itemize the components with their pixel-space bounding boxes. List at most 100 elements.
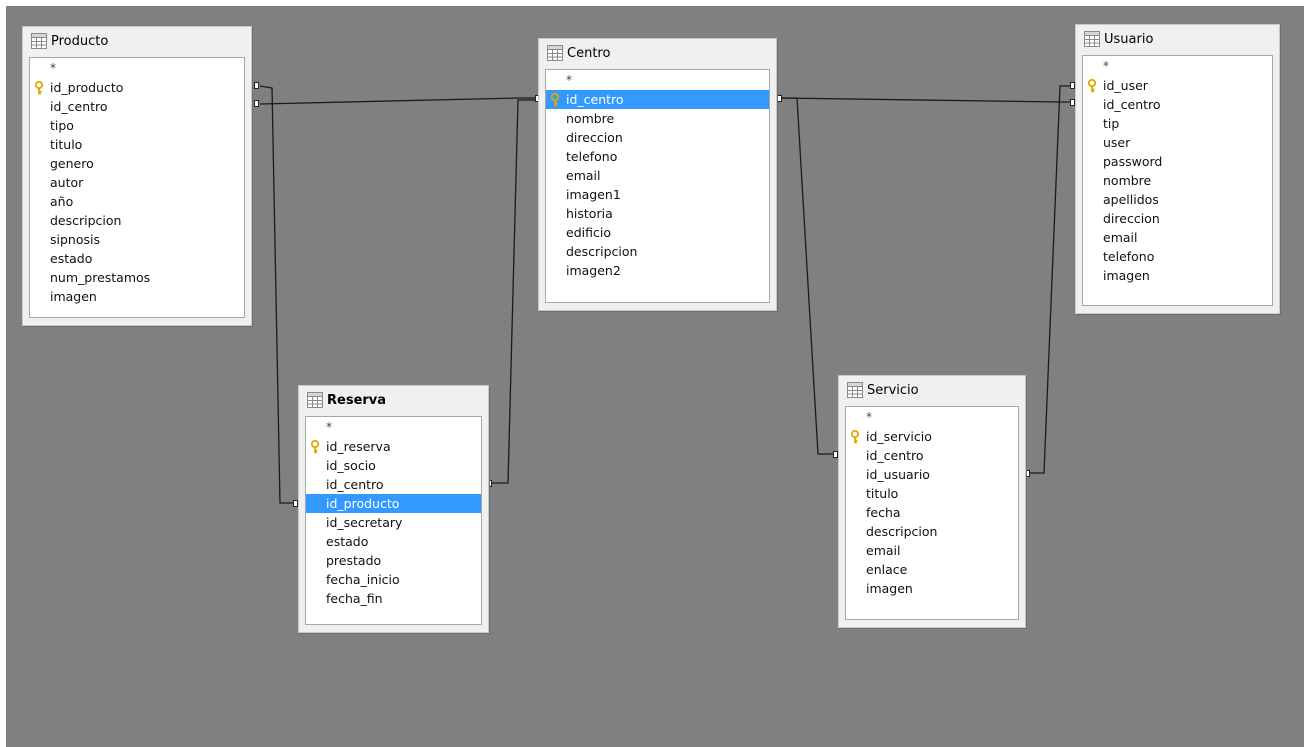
field-row[interactable]: imagen xyxy=(846,579,1018,598)
field-name: telefono xyxy=(566,149,618,164)
field-row[interactable]: historia xyxy=(546,204,769,223)
field-row[interactable]: id_producto xyxy=(30,78,244,97)
primary-key-icon xyxy=(310,440,320,454)
field-name: fecha_fin xyxy=(326,591,383,606)
table-producto[interactable]: Producto * id_producto id_centro tipo titulo… xyxy=(22,26,252,326)
field-row[interactable]: email xyxy=(846,541,1018,560)
table-title: Servicio xyxy=(867,383,919,398)
field-row[interactable]: año xyxy=(30,192,244,211)
field-row[interactable]: id_centro xyxy=(846,446,1018,465)
field-all-columns[interactable]: * xyxy=(846,408,1018,427)
field-name: id_servicio xyxy=(866,429,932,444)
field-row[interactable]: nombre xyxy=(546,109,769,128)
table-header[interactable]: Servicio xyxy=(839,376,1025,406)
table-icon xyxy=(31,33,47,49)
field-row[interactable]: nombre xyxy=(1083,171,1272,190)
table-title: Usuario xyxy=(1104,32,1154,47)
field-row[interactable]: imagen xyxy=(30,287,244,306)
field-row[interactable]: descripcion xyxy=(546,242,769,261)
field-row[interactable]: password xyxy=(1083,152,1272,171)
field-row[interactable]: titulo xyxy=(30,135,244,154)
field-all-columns[interactable]: * xyxy=(546,71,769,90)
field-list[interactable]: * id_servicio id_centro id_usuariotitulo fec… xyxy=(845,406,1019,620)
field-row[interactable]: telefono xyxy=(1083,247,1272,266)
field-row[interactable]: fecha xyxy=(846,503,1018,522)
field-row[interactable]: id_reserva xyxy=(306,437,481,456)
field-row[interactable]: id_usuario xyxy=(846,465,1018,484)
table-reserva[interactable]: Reserva * id_reserva id_socio id_centro id_p… xyxy=(298,385,489,633)
field-row[interactable]: edificio xyxy=(546,223,769,242)
field-row[interactable]: prestado xyxy=(306,551,481,570)
table-header[interactable]: Centro xyxy=(539,39,776,69)
field-row[interactable]: id_secretary xyxy=(306,513,481,532)
field-row[interactable]: num_prestamos xyxy=(30,268,244,287)
field-name: prestado xyxy=(326,553,382,568)
field-row[interactable]: titulo xyxy=(846,484,1018,503)
field-row[interactable]: imagen2 xyxy=(546,261,769,280)
field-list[interactable]: * id_centro nombre direccion telefono email im… xyxy=(545,69,770,303)
field-row[interactable]: id_producto xyxy=(306,494,481,513)
field-row[interactable]: id_centro xyxy=(30,97,244,116)
field-row[interactable]: sipnosis xyxy=(30,230,244,249)
table-servicio[interactable]: Servicio * id_servicio id_centro id_usuario… xyxy=(838,375,1026,628)
field-row[interactable]: estado xyxy=(30,249,244,268)
field-name: imagen xyxy=(866,581,913,596)
field-name: * xyxy=(566,73,572,87)
field-name: nombre xyxy=(566,111,615,126)
field-row[interactable]: fecha_fin xyxy=(306,589,481,608)
field-all-columns[interactable]: * xyxy=(306,418,481,437)
table-header[interactable]: Usuario xyxy=(1076,25,1279,55)
field-row[interactable]: direccion xyxy=(1083,209,1272,228)
table-centro[interactable]: Centro * id_centronombre direccion telefono… xyxy=(538,38,777,311)
table-header[interactable]: Producto xyxy=(23,27,251,57)
field-row[interactable]: id_centro xyxy=(546,90,769,109)
field-row[interactable]: telefono xyxy=(546,147,769,166)
field-row[interactable]: tipo xyxy=(30,116,244,135)
field-all-columns[interactable]: * xyxy=(30,59,244,78)
field-row[interactable]: direccion xyxy=(546,128,769,147)
field-name: edificio xyxy=(566,225,611,240)
field-name: sipnosis xyxy=(50,232,100,247)
field-row[interactable]: descripcion xyxy=(30,211,244,230)
table-title: Centro xyxy=(567,46,611,61)
field-row[interactable]: id_centro xyxy=(306,475,481,494)
field-list[interactable]: * id_user id_centrotip user password nombre ap… xyxy=(1082,55,1273,306)
field-name: id_user xyxy=(1103,78,1148,93)
field-row[interactable]: email xyxy=(1083,228,1272,247)
field-list[interactable]: * id_producto id_centro tipo titulo genero aut… xyxy=(29,57,245,318)
field-row[interactable]: id_user xyxy=(1083,76,1272,95)
field-name: tip xyxy=(1103,116,1120,131)
field-row[interactable]: enlace xyxy=(846,560,1018,579)
field-row[interactable]: autor xyxy=(30,173,244,192)
field-name: titulo xyxy=(866,486,899,501)
field-row[interactable]: id_servicio xyxy=(846,427,1018,446)
field-row[interactable]: id_centro xyxy=(1083,95,1272,114)
field-name: id_usuario xyxy=(866,467,930,482)
field-row[interactable]: id_socio xyxy=(306,456,481,475)
field-list[interactable]: * id_reserva id_socio id_centro id_producto i… xyxy=(305,416,482,625)
field-row[interactable]: descripcion xyxy=(846,522,1018,541)
field-row[interactable]: tip xyxy=(1083,114,1272,133)
field-row[interactable]: imagen xyxy=(1083,266,1272,285)
field-name: descripcion xyxy=(50,213,122,228)
primary-key-icon xyxy=(34,81,44,95)
field-row[interactable]: email xyxy=(546,166,769,185)
field-row[interactable]: imagen1 xyxy=(546,185,769,204)
field-name: id_socio xyxy=(326,458,376,473)
field-row[interactable]: estado xyxy=(306,532,481,551)
field-row[interactable]: apellidos xyxy=(1083,190,1272,209)
field-name: imagen xyxy=(50,289,97,304)
field-name: id_centro xyxy=(1103,97,1161,112)
table-usuario[interactable]: Usuario * id_user id_centrotip user password… xyxy=(1075,24,1280,314)
field-row[interactable]: user xyxy=(1083,133,1272,152)
table-icon xyxy=(847,382,863,398)
field-row[interactable]: genero xyxy=(30,154,244,173)
field-all-columns[interactable]: * xyxy=(1083,57,1272,76)
field-name: direccion xyxy=(566,130,623,145)
field-name: direccion xyxy=(1103,211,1160,226)
field-name: * xyxy=(50,61,56,75)
field-row[interactable]: fecha_inicio xyxy=(306,570,481,589)
field-name: num_prestamos xyxy=(50,270,151,285)
table-header[interactable]: Reserva xyxy=(299,386,488,416)
field-name: password xyxy=(1103,154,1163,169)
